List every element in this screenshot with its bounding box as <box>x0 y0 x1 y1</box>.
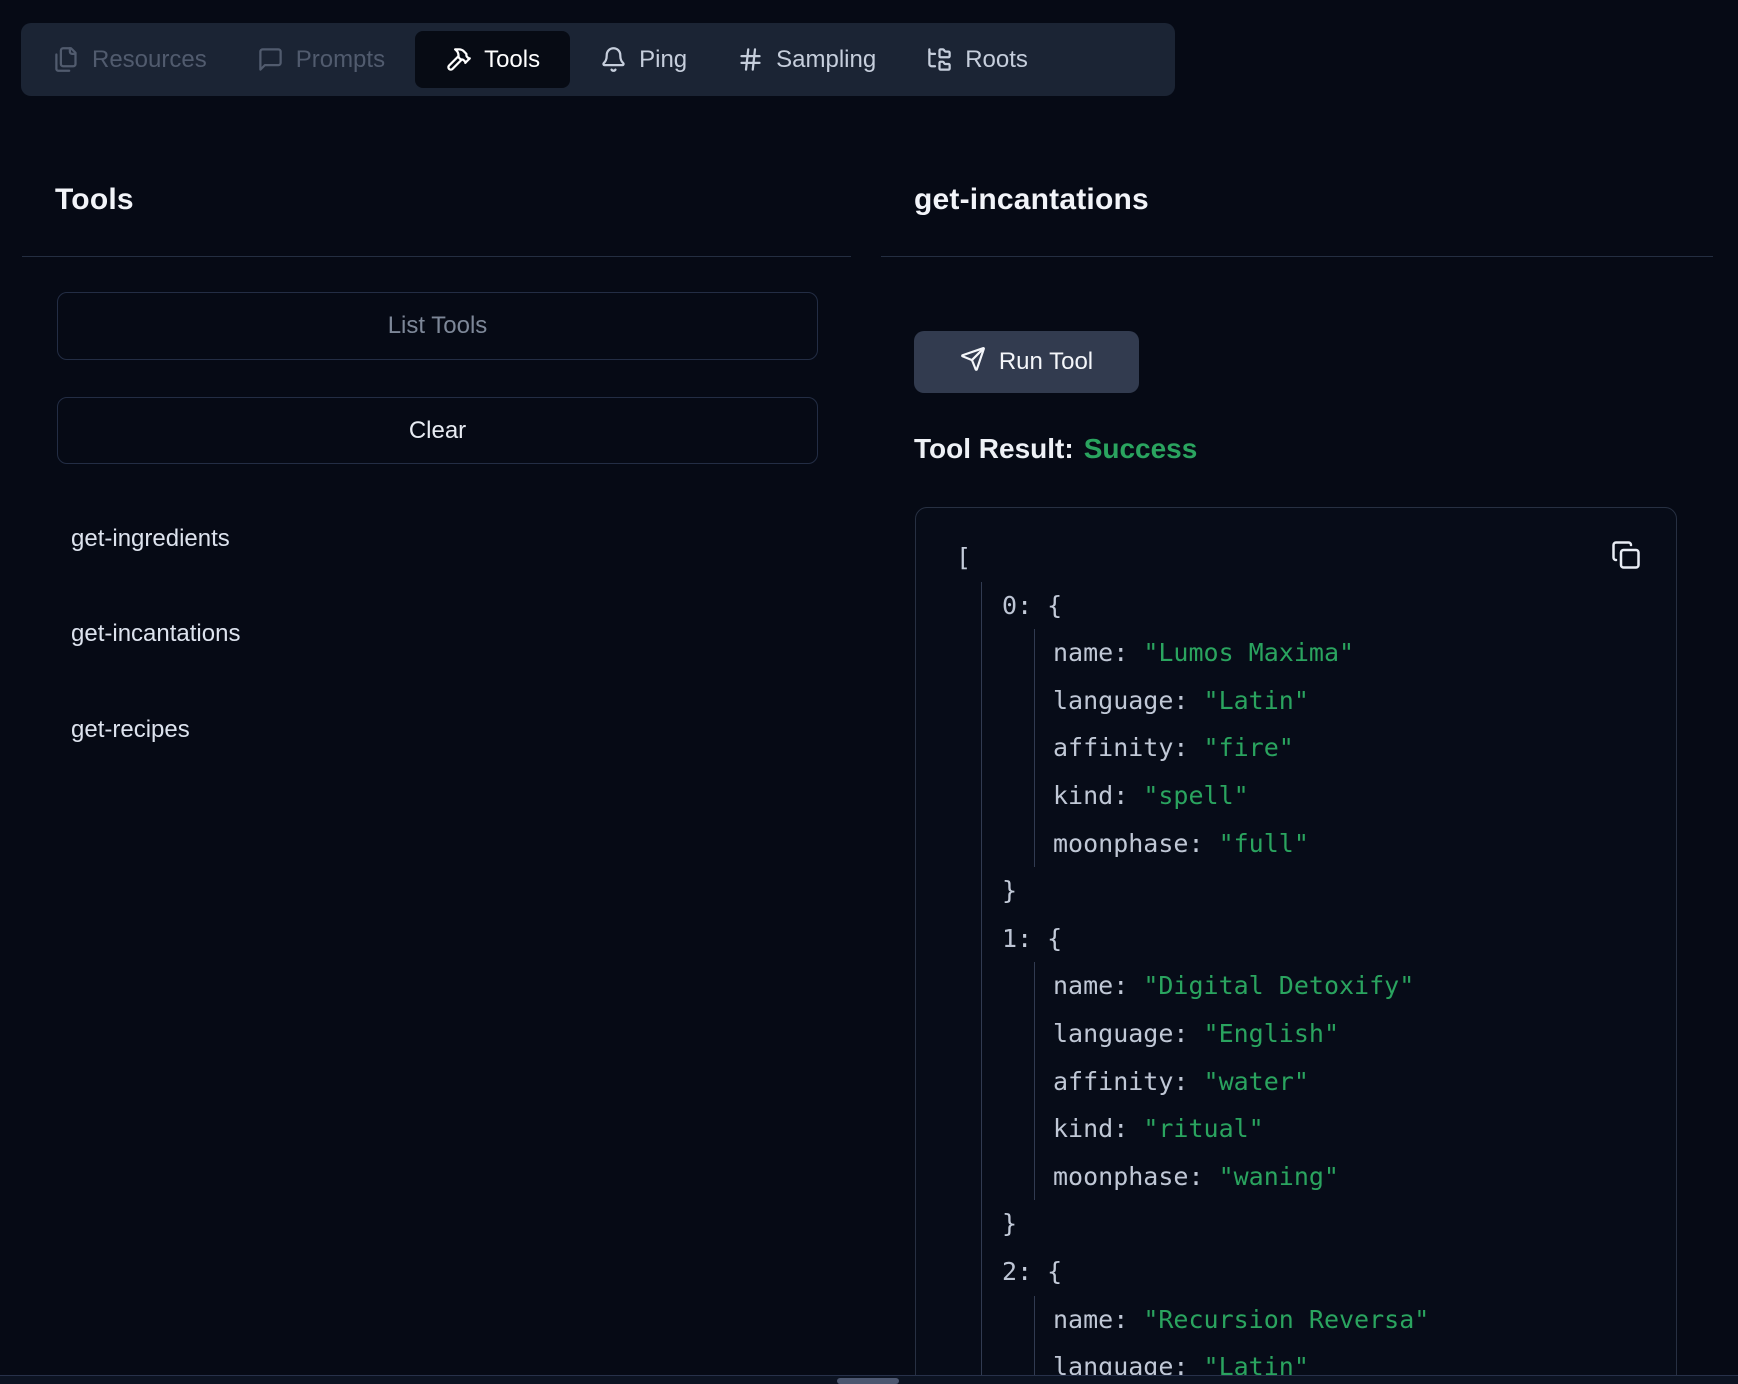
json-row: } <box>1002 867 1616 915</box>
files-icon <box>53 46 80 73</box>
tool-result-json-panel: [0: {name: "Lumos Maxima"language: "Lati… <box>915 507 1677 1384</box>
tab-label: Resources <box>92 46 207 74</box>
tab-resources[interactable]: Resources <box>33 31 227 88</box>
tab-ping[interactable]: Ping <box>580 31 707 88</box>
json-row: [ <box>956 534 1616 582</box>
hash-icon <box>737 46 764 73</box>
tab-tools[interactable]: Tools <box>415 31 570 88</box>
tab-bar: Resources Prompts Tools Ping Sampling Roots <box>21 23 1175 96</box>
right-panel-divider <box>881 256 1713 257</box>
json-row: moonphase: "waning" <box>1053 1153 1616 1201</box>
send-icon <box>960 346 986 379</box>
tool-list-item-get-recipes[interactable]: get-recipes <box>71 716 190 744</box>
bell-icon <box>600 46 627 73</box>
tab-label: Ping <box>639 46 687 74</box>
json-row: 2: { <box>1002 1248 1616 1296</box>
tab-label: Tools <box>484 46 540 74</box>
json-row: 0: { <box>1002 582 1616 630</box>
tools-panel-title: Tools <box>55 183 134 217</box>
tool-result-line: Tool Result: Success <box>914 433 1197 465</box>
clear-button[interactable]: Clear <box>57 397 818 464</box>
tab-sampling[interactable]: Sampling <box>717 31 896 88</box>
json-row: language: "English" <box>1053 1010 1616 1058</box>
tab-label: Sampling <box>776 46 876 74</box>
run-tool-button[interactable]: Run Tool <box>914 331 1139 393</box>
tool-result-label: Tool Result: <box>914 433 1074 464</box>
json-row: affinity: "water" <box>1053 1058 1616 1106</box>
tab-roots[interactable]: Roots <box>906 31 1048 88</box>
tool-list-item-get-incantations[interactable]: get-incantations <box>71 620 240 648</box>
json-row: language: "Latin" <box>1053 677 1616 725</box>
list-tools-button[interactable]: List Tools <box>57 292 818 360</box>
json-result-tree: [0: {name: "Lumos Maxima"language: "Lati… <box>916 508 1676 1384</box>
json-row: kind: "ritual" <box>1053 1105 1616 1153</box>
message-square-icon <box>257 46 284 73</box>
tool-list-item-get-ingredients[interactable]: get-ingredients <box>71 525 230 553</box>
selected-tool-title: get-incantations <box>914 183 1149 217</box>
copy-icon <box>1611 558 1641 573</box>
mcp-inspector-app: Resources Prompts Tools Ping Sampling Roots T… <box>0 0 1738 1384</box>
tab-label: Prompts <box>296 46 385 74</box>
json-row: 1: { <box>1002 915 1616 963</box>
folder-tree-icon <box>926 46 953 73</box>
json-row: name: "Digital Detoxify" <box>1053 962 1616 1010</box>
json-row: affinity: "fire" <box>1053 724 1616 772</box>
tab-label: Roots <box>965 46 1028 74</box>
tab-prompts[interactable]: Prompts <box>237 31 405 88</box>
run-tool-label: Run Tool <box>999 348 1093 376</box>
hammer-icon <box>445 46 472 73</box>
json-row: name: "Recursion Reversa" <box>1053 1296 1616 1344</box>
copy-button[interactable] <box>1609 539 1643 573</box>
tool-result-status: Success <box>1084 433 1198 464</box>
horizontal-scrollbar[interactable] <box>0 1375 1738 1384</box>
json-row: name: "Lumos Maxima" <box>1053 629 1616 677</box>
json-row: kind: "spell" <box>1053 772 1616 820</box>
json-row: moonphase: "full" <box>1053 820 1616 868</box>
json-row: } <box>1002 1200 1616 1248</box>
left-panel-divider <box>22 256 851 257</box>
horizontal-scrollbar-thumb[interactable] <box>837 1378 899 1384</box>
